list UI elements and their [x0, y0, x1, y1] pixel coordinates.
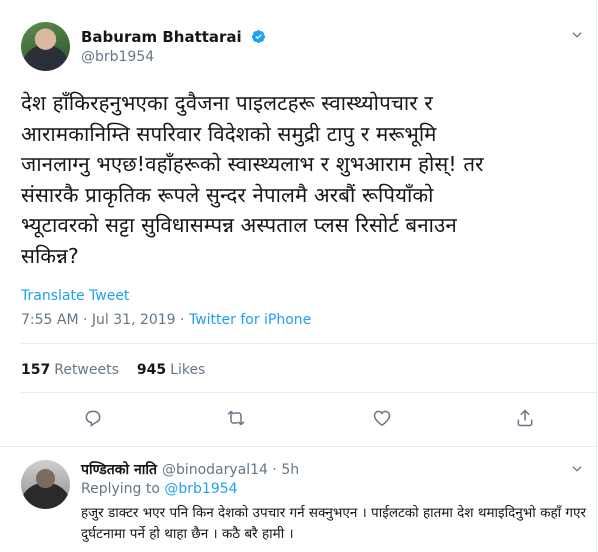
reply-author-avatar[interactable] — [21, 460, 70, 509]
replying-to-handle[interactable]: @brb1954 — [164, 481, 237, 497]
divider — [21, 392, 596, 393]
chevron-down-icon[interactable] — [570, 28, 584, 42]
reply-age[interactable]: 5h — [281, 462, 299, 478]
divider — [21, 343, 596, 344]
tweet-text: देश हाँकिरहनुभएका दुवैजना पाइलटहरू स्वास… — [21, 91, 484, 268]
meta-separator: · — [83, 312, 92, 328]
author-name[interactable]: Baburam Bhattarai — [81, 28, 242, 46]
likes-stat[interactable]: 945 Likes — [137, 362, 205, 378]
likes-count: 945 — [136, 362, 167, 378]
tweet-timestamp: 7:55 AM · Jul 31, 2019 · Twitter for iPh… — [21, 312, 311, 328]
replying-to-line: Replying to @brb1954 — [81, 481, 238, 497]
reply-text: हजुर डाक्टर भएर पनि किन देशको उपचार गर्न… — [81, 505, 586, 542]
retweets-stat[interactable]: 157 Retweets — [21, 362, 119, 378]
retweet-icon[interactable] — [226, 408, 246, 428]
reply-header: पण्डितको नाति @binodaryal14 · 5h — [81, 460, 299, 479]
tweet-date[interactable]: Jul 31, 2019 — [92, 312, 176, 328]
tweet-actions-bar — [0, 400, 598, 434]
tweet-detail-panel: Baburam Bhattarai @brb1954 देश हाँकिरहनु… — [0, 0, 597, 552]
likes-label: Likes — [170, 362, 206, 378]
retweets-label: Retweets — [54, 362, 119, 378]
like-icon[interactable] — [372, 408, 392, 428]
reply-icon[interactable] — [83, 408, 103, 428]
tweet-client-link[interactable]: Twitter for iPhone — [189, 312, 311, 328]
author-handle[interactable]: @brb1954 — [81, 49, 154, 65]
author-avatar[interactable] — [21, 22, 70, 71]
replying-to-label: Replying to — [81, 481, 160, 497]
author-name-row[interactable]: Baburam Bhattarai — [81, 28, 266, 46]
share-icon[interactable] — [515, 408, 535, 428]
reply-author-name[interactable]: पण्डितको नाति — [81, 462, 157, 478]
verified-badge-icon — [251, 29, 265, 44]
reply-chevron-down-icon[interactable] — [570, 462, 584, 476]
translate-tweet-link[interactable]: Translate Tweet — [21, 288, 129, 304]
reply-separator: · — [267, 462, 282, 478]
tweet-time[interactable]: 7:55 AM — [21, 312, 79, 328]
reply-author-handle[interactable]: @binodaryal14 — [162, 462, 268, 478]
meta-separator: · — [180, 312, 189, 328]
retweets-count: 157 — [21, 362, 51, 378]
divider — [0, 446, 596, 447]
engagement-stats: 157 Retweets 945 Likes — [21, 362, 205, 378]
